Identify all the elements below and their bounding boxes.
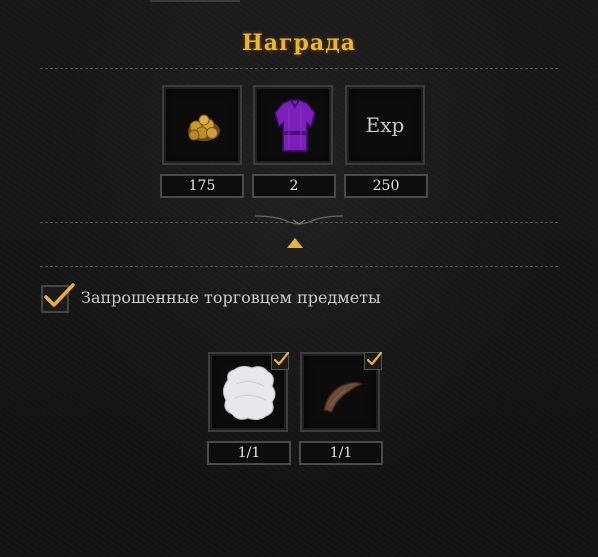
top-border-line	[150, 0, 240, 2]
reward-count-exp: 250	[344, 174, 428, 198]
checkmark-icon	[366, 351, 383, 366]
reward-count-gold: 175	[160, 174, 244, 198]
checkmark-icon	[273, 351, 290, 366]
reward-slot-exp[interactable]: Exp	[345, 85, 425, 165]
reward-panel	[0, 0, 598, 557]
requested-count-fur: 1/1	[207, 441, 291, 465]
requested-count-horn: 1/1	[299, 441, 383, 465]
purple-tunic-icon	[274, 99, 316, 152]
reward-title: Награда	[241, 30, 357, 56]
reward-slot-gold[interactable]	[162, 85, 242, 165]
requested-items-checkbox[interactable]	[41, 283, 75, 313]
gold-coins-icon	[188, 114, 220, 141]
fur-check	[271, 351, 290, 370]
requested-items-label: Запрошенные торговцем предметы	[81, 288, 381, 307]
collapse-arrow-icon[interactable]	[285, 236, 305, 250]
reward-count-tunic: 2	[252, 174, 336, 198]
horn-check	[364, 351, 383, 370]
divider-ornament-icon	[255, 215, 343, 225]
divider-lower	[40, 266, 558, 267]
exp-label: Exp	[365, 113, 405, 137]
reward-slot-tunic[interactable]	[253, 85, 333, 165]
divider-top	[40, 68, 558, 69]
checkmark-icon	[44, 283, 75, 307]
